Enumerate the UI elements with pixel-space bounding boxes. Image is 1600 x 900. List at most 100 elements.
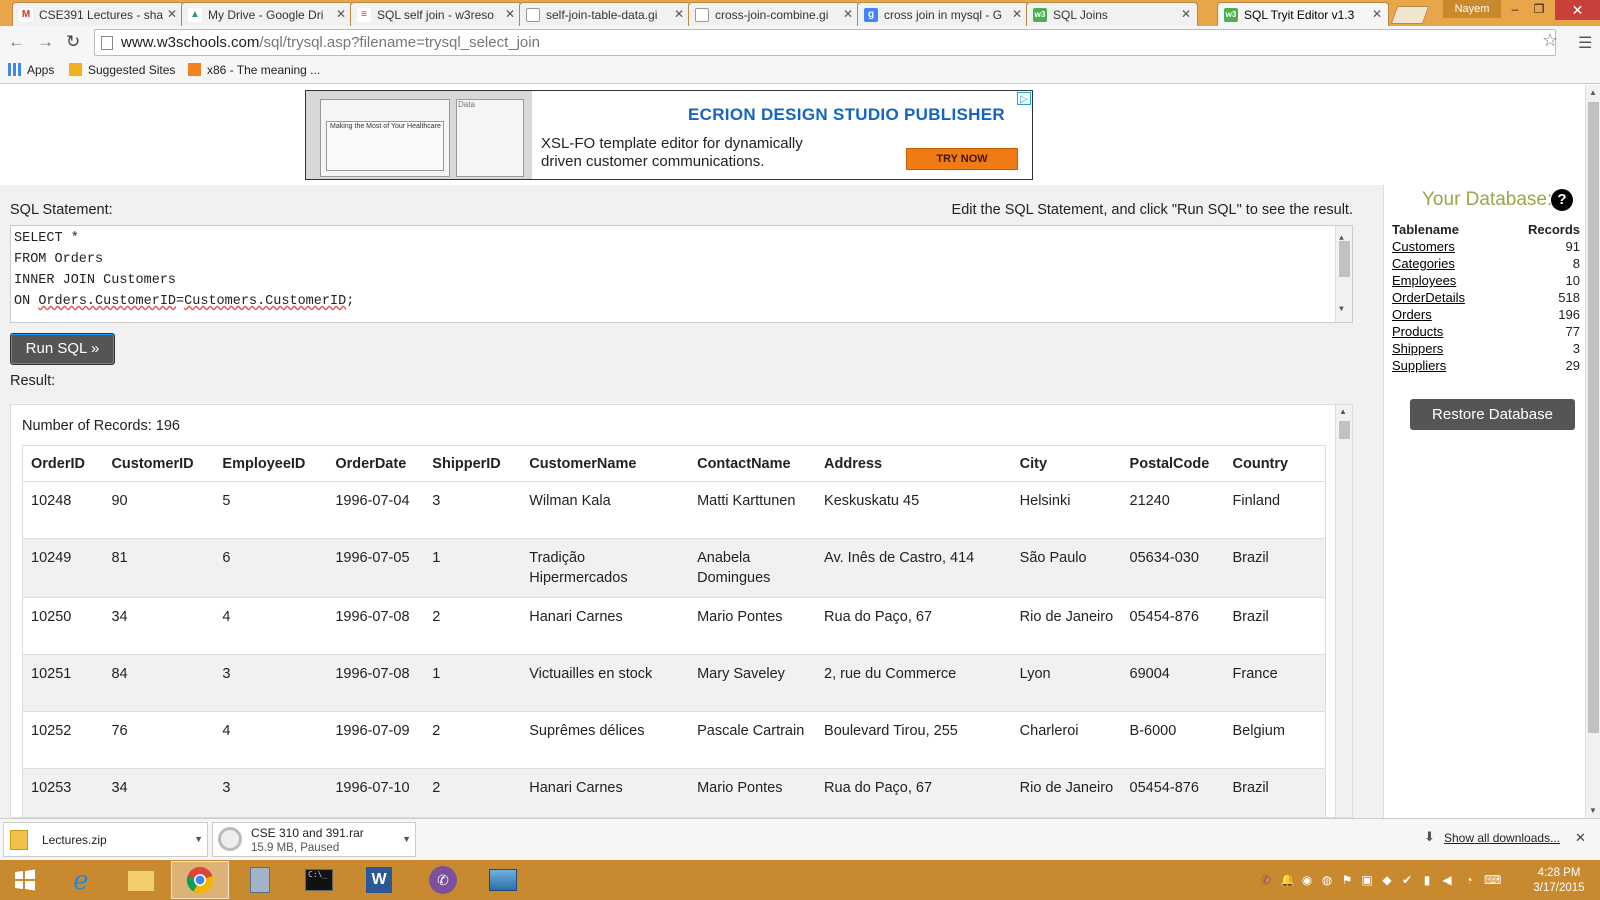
bookmark-suggested-sites[interactable]: Suggested Sites xyxy=(69,63,175,77)
scroll-down-icon[interactable]: ▼ xyxy=(1339,299,1344,320)
table-link-products[interactable]: Products xyxy=(1392,323,1502,340)
bookmark-x86[interactable]: x86 - The meaning ... xyxy=(188,63,320,77)
ad-choices-icon[interactable]: ▷ xyxy=(1017,92,1031,105)
tab-self-join-gif[interactable]: self-join-table-data.gi ✕ xyxy=(519,2,691,26)
notification-icon[interactable]: 🔔 xyxy=(1280,873,1295,887)
column-header: ShipperID xyxy=(424,445,522,482)
close-icon[interactable]: ✕ xyxy=(505,7,515,21)
user-profile-button[interactable]: Nayem xyxy=(1443,0,1501,18)
tab-sql-tryit-editor[interactable]: w3 SQL Tryit Editor v1.3 ✕ xyxy=(1217,2,1389,26)
scrollbar-thumb[interactable] xyxy=(1339,421,1350,439)
table-link-customers[interactable]: Customers xyxy=(1392,238,1502,255)
scrollbar-thumb[interactable] xyxy=(1339,241,1350,277)
ad-banner[interactable]: Making the Most of Your Healthcare Data … xyxy=(305,90,1033,180)
close-icon[interactable]: ✕ xyxy=(674,7,684,21)
help-icon[interactable]: ? xyxy=(1551,189,1573,211)
antivirus-icon[interactable]: ✔ xyxy=(1400,873,1414,887)
scroll-down-icon[interactable]: ▼ xyxy=(1589,806,1597,815)
table-cell: 1996-07-05 xyxy=(327,538,425,598)
file-explorer-icon[interactable] xyxy=(112,861,170,899)
ad-try-now-button[interactable]: TRY NOW xyxy=(906,148,1018,170)
download-item[interactable]: Lectures.zip ▼ xyxy=(3,822,208,857)
tab-sql-self-join[interactable]: ≡ SQL self join - w3reso ✕ xyxy=(350,2,522,26)
close-icon[interactable]: ✕ xyxy=(1181,7,1191,21)
table-cell: 2 xyxy=(424,597,522,655)
minimize-icon[interactable]: – xyxy=(1505,0,1525,18)
keyboard-icon[interactable]: ⌨ xyxy=(1484,873,1501,887)
network-icon[interactable]: ◆ xyxy=(1380,873,1394,887)
close-icon[interactable]: ✕ xyxy=(336,7,346,21)
volume-icon[interactable]: ◀ xyxy=(1440,873,1454,887)
bluetooth-icon[interactable]: ▣ xyxy=(1360,873,1374,887)
chrome-menu-icon[interactable]: ☰ xyxy=(1578,33,1592,53)
close-window-button[interactable]: ✕ xyxy=(1555,0,1600,20)
result-scrollbar[interactable]: ▲ xyxy=(1335,405,1352,817)
reload-icon[interactable]: ↻ xyxy=(66,32,80,52)
table-cell: 10252 xyxy=(22,711,104,769)
photo-viewer-icon[interactable] xyxy=(474,861,532,899)
table-cell: Av. Inês de Castro, 414 xyxy=(816,538,1012,598)
restore-database-button[interactable]: Restore Database xyxy=(1410,399,1575,430)
chevron-down-icon[interactable]: ▼ xyxy=(194,834,203,844)
table-link-employees[interactable]: Employees xyxy=(1392,272,1502,289)
apps-grid-icon xyxy=(8,63,21,76)
table-link-orders[interactable]: Orders xyxy=(1392,306,1502,323)
new-tab-button[interactable] xyxy=(1390,6,1430,24)
editor-scrollbar[interactable]: ▲ ▼ xyxy=(1335,226,1352,322)
viber-tray-icon[interactable]: ✆ xyxy=(1259,873,1273,887)
clock[interactable]: 4:28 PM 3/17/2015 xyxy=(1521,866,1597,896)
table-cell: 2, rue du Commerce xyxy=(816,654,1012,712)
table-cell: Lyon xyxy=(1011,654,1122,712)
scrollbar-thumb[interactable] xyxy=(1588,102,1599,733)
tab-my-drive[interactable]: ▲ My Drive - Google Dri ✕ xyxy=(181,2,353,26)
bing-icon xyxy=(69,63,82,76)
back-icon[interactable]: ← xyxy=(8,32,25,52)
power-icon[interactable]: ▮ xyxy=(1420,873,1434,887)
table-link-suppliers[interactable]: Suppliers xyxy=(1392,357,1502,374)
records-header: Records xyxy=(1527,222,1580,237)
chrome-icon[interactable] xyxy=(171,861,229,899)
table-row: 10251 84 3 1996-07-08 1 Victuailles en stock M… xyxy=(22,654,1326,712)
close-icon[interactable]: ✕ xyxy=(1372,7,1382,21)
table-cell: 3 xyxy=(214,654,328,712)
download-bar: Lectures.zip ▼ CSE 310 and 391.rar 15.9 … xyxy=(0,818,1600,860)
viber-icon[interactable]: ✆ xyxy=(414,861,472,899)
page-scrollbar[interactable]: ▲ ▼ xyxy=(1585,85,1600,818)
table-cell: Pascale Cartrain xyxy=(689,711,817,769)
download-item[interactable]: CSE 310 and 391.rar 15.9 MB, Paused ▼ xyxy=(212,822,416,857)
table-cell: Victuailles en stock xyxy=(521,654,690,712)
show-all-downloads-link[interactable]: Show all downloads... xyxy=(1444,831,1560,845)
table-link-shippers[interactable]: Shippers xyxy=(1392,340,1502,357)
table-cell: Mario Pontes xyxy=(689,768,817,817)
chevron-down-icon[interactable]: ▼ xyxy=(402,834,411,844)
bookmark-star-icon[interactable]: ☆ xyxy=(1542,30,1558,51)
run-sql-button[interactable]: Run SQL » xyxy=(10,333,115,365)
tab-cross-join-google[interactable]: g cross join in mysql - G ✕ xyxy=(857,2,1029,26)
chrome-tray-icon[interactable]: ◉ xyxy=(1300,873,1314,887)
scroll-up-icon[interactable]: ▲ xyxy=(1589,88,1597,97)
restore-window-icon[interactable]: ❐ xyxy=(1528,0,1550,18)
scroll-up-icon[interactable]: ▲ xyxy=(1339,407,1347,416)
table-cell: Matti Karttunen xyxy=(689,481,817,539)
table-link-categories[interactable]: Categories xyxy=(1392,255,1502,272)
tab-cse391-lectures[interactable]: M CSE391 Lectures - sha ✕ xyxy=(12,2,184,26)
calculator-icon[interactable] xyxy=(231,861,289,899)
tab-cross-join-gif[interactable]: cross-join-combine.gi ✕ xyxy=(688,2,860,26)
close-icon[interactable]: ✕ xyxy=(167,7,177,21)
flag-icon[interactable]: ⚑ xyxy=(1340,873,1354,887)
close-icon[interactable]: ✕ xyxy=(843,7,853,21)
start-button[interactable] xyxy=(0,861,50,899)
close-icon[interactable]: ✕ xyxy=(1575,830,1586,846)
wifi-icon[interactable]: ◔ xyxy=(1462,873,1476,887)
globe-icon[interactable]: ◍ xyxy=(1320,873,1334,887)
bookmark-apps[interactable]: Apps xyxy=(8,63,54,77)
address-bar[interactable]: www.w3schools.com/sql/trysql.asp?filenam… xyxy=(94,29,1556,56)
tab-sql-joins[interactable]: w3 SQL Joins ✕ xyxy=(1026,2,1198,26)
internet-explorer-icon[interactable]: e xyxy=(52,861,110,899)
forward-icon[interactable]: → xyxy=(37,32,54,52)
word-icon[interactable]: W xyxy=(350,861,408,899)
sql-editor[interactable]: SELECT * FROM Orders INNER JOIN Customer… xyxy=(10,225,1353,323)
table-link-orderdetails[interactable]: OrderDetails xyxy=(1392,289,1502,306)
command-prompt-icon[interactable]: C:\_ xyxy=(290,861,348,899)
close-icon[interactable]: ✕ xyxy=(1012,7,1022,21)
